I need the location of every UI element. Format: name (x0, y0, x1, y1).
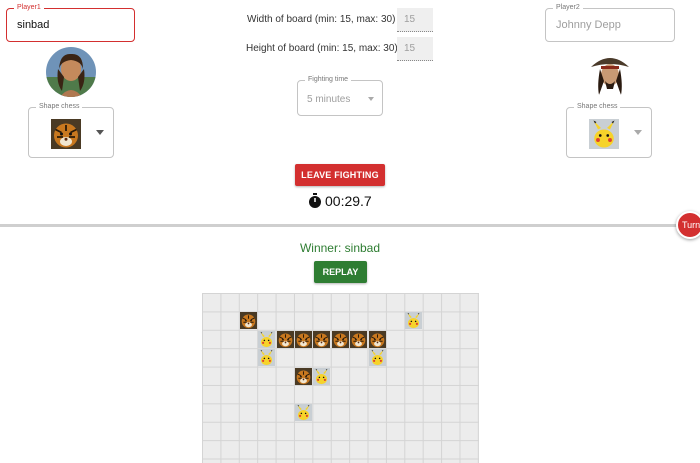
leave-fighting-button[interactable]: LEAVE FIGHTING (295, 164, 385, 186)
board-width-label: Width of board (min: 15, max: 30) (247, 14, 396, 25)
fighting-time-value: 5 minutes (307, 94, 351, 105)
shape2-legend: Shape chess (574, 102, 621, 112)
turn-indicator-badge: Turn (676, 211, 700, 239)
tiger-icon (51, 119, 81, 149)
tiger-piece (277, 331, 294, 348)
player1-legend: Player1 (14, 3, 44, 13)
replay-button[interactable]: REPLAY (314, 261, 367, 283)
pikachu-piece (313, 368, 330, 385)
tiger-piece (313, 331, 330, 348)
chevron-down-icon (368, 97, 374, 101)
stopwatch-icon (309, 193, 321, 208)
chevron-down-icon (96, 130, 104, 135)
fighting-time-legend: Fighting time (305, 75, 352, 85)
tiger-piece (295, 331, 312, 348)
player2-avatar (585, 47, 635, 97)
player2-legend: Player2 (553, 3, 583, 13)
game-board[interactable] (202, 293, 479, 463)
pikachu-piece (258, 331, 275, 348)
section-divider (0, 224, 700, 227)
tiger-piece (240, 312, 257, 329)
tiger-piece (350, 331, 367, 348)
pikachu-icon (589, 119, 619, 149)
winner-text: Winner: sinbad (299, 241, 381, 255)
pikachu-piece (405, 312, 422, 329)
shape1-legend: Shape chess (36, 102, 83, 112)
tiger-piece (369, 331, 386, 348)
pikachu-piece (295, 404, 312, 421)
player2-shape-select[interactable]: Shape chess (566, 102, 652, 158)
tiger-piece (295, 368, 312, 385)
board-height-input[interactable]: 15 (397, 37, 433, 61)
player1-name-field[interactable]: Player1 sinbad (6, 3, 135, 42)
timer-value: 00:29.7 (325, 193, 372, 209)
player2-name-input[interactable]: Johnny Depp (556, 19, 621, 32)
player2-name-field[interactable]: Player2 Johnny Depp (545, 3, 675, 42)
player1-avatar (46, 47, 96, 97)
pikachu-piece (258, 349, 275, 366)
board-width-input[interactable]: 15 (397, 8, 433, 32)
player1-name-input[interactable]: sinbad (17, 19, 49, 32)
fighting-time-select[interactable]: Fighting time 5 minutes (297, 75, 383, 116)
player1-shape-select[interactable]: Shape chess (28, 102, 114, 158)
chevron-down-icon (634, 130, 642, 135)
tiger-piece (332, 331, 349, 348)
board-height-label: Height of board (min: 15, max: 30) (246, 43, 398, 54)
pikachu-piece (369, 349, 386, 366)
